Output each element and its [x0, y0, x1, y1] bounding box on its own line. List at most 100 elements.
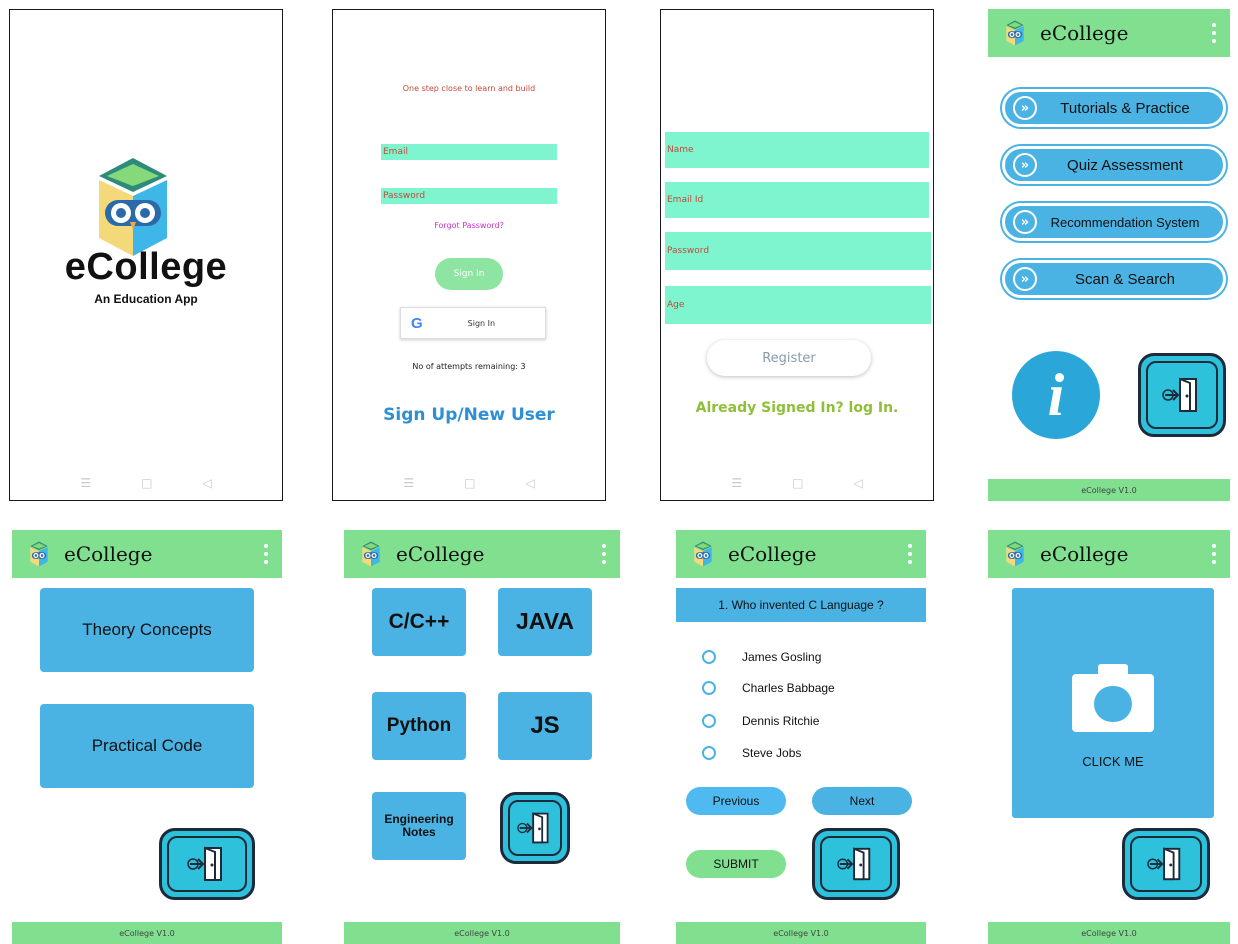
option-label: Steve Jobs: [742, 746, 802, 760]
owl-logo-icon: [97, 156, 169, 258]
overflow-menu-icon[interactable]: [1212, 544, 1216, 564]
exit-door-icon: [517, 810, 553, 846]
option-item[interactable]: Charles Babbage: [702, 681, 835, 695]
double-chevron-icon: »: [1013, 96, 1037, 120]
quiz-assessment-button[interactable]: » Quiz Assessment: [1002, 146, 1226, 184]
password-field[interactable]: Password: [381, 188, 557, 204]
menu-icon[interactable]: ☰: [731, 476, 742, 490]
option-item[interactable]: James Gosling: [702, 650, 821, 664]
menu-label: Recommendation System: [1050, 214, 1200, 230]
password-field[interactable]: Password: [665, 232, 931, 270]
splash-subtitle: An Education App: [94, 292, 198, 306]
exit-button[interactable]: [1122, 828, 1210, 900]
double-chevron-icon: »: [1013, 267, 1037, 291]
exit-button[interactable]: [1138, 353, 1226, 437]
overflow-menu-icon[interactable]: [602, 544, 606, 564]
home-square-icon[interactable]: □: [464, 476, 475, 490]
google-icon: G: [411, 314, 423, 332]
languages-screen: eCollege C/C++ JAVA Python JS Engineerin…: [344, 530, 620, 944]
exit-door-icon: [187, 844, 227, 884]
tutorials-practice-button[interactable]: » Tutorials & Practice: [1002, 89, 1226, 127]
back-triangle-icon[interactable]: ◁: [525, 476, 534, 490]
splash-title: eCollege: [64, 246, 228, 288]
menu-label: Tutorials & Practice: [1060, 99, 1190, 117]
radio-button[interactable]: [702, 650, 716, 664]
owl-logo-icon: [356, 541, 386, 567]
exit-button[interactable]: [812, 828, 900, 900]
radio-button[interactable]: [702, 746, 716, 760]
app-header: eCollege: [988, 9, 1230, 57]
overflow-menu-icon[interactable]: [264, 544, 268, 564]
version-footer: eCollege V1.0: [988, 922, 1230, 944]
click-me-label: CLICK ME: [1082, 754, 1144, 769]
java-button[interactable]: JAVA: [498, 588, 592, 656]
forgot-password-link[interactable]: Forgot Password?: [333, 221, 605, 230]
google-signin-button[interactable]: G Sign In: [400, 307, 546, 339]
js-button[interactable]: JS: [498, 692, 592, 760]
google-signin-label: Sign In: [467, 318, 496, 328]
overflow-menu-icon[interactable]: [1212, 23, 1216, 43]
system-nav-bar: ☰ □ ◁: [10, 476, 282, 490]
exit-button[interactable]: [500, 792, 570, 864]
submit-button[interactable]: SUBMIT: [686, 850, 786, 878]
camera-icon: [1072, 664, 1154, 732]
back-triangle-icon[interactable]: ◁: [202, 476, 211, 490]
menu-icon[interactable]: ☰: [80, 476, 91, 490]
exit-door-icon: [1162, 375, 1202, 415]
radio-button[interactable]: [702, 681, 716, 695]
login-link[interactable]: Already Signed In? log In.: [661, 400, 933, 416]
signin-button[interactable]: Sign In: [435, 258, 503, 290]
info-icon: i: [1047, 361, 1065, 428]
app-header: eCollege: [344, 530, 620, 578]
login-tagline: One step close to learn and build: [402, 84, 536, 93]
app-title: eCollege: [1040, 21, 1129, 45]
exit-door-icon: [837, 845, 875, 883]
double-chevron-icon: »: [1013, 210, 1037, 234]
next-button[interactable]: Next: [812, 787, 912, 815]
system-nav-bar: ☰ □ ◁: [333, 476, 605, 490]
signup-link[interactable]: Sign Up/New User: [333, 405, 605, 425]
practical-code-button[interactable]: Practical Code: [40, 704, 254, 788]
version-footer: eCollege V1.0: [988, 479, 1230, 501]
menu-label: Quiz Assessment: [1067, 156, 1183, 174]
name-placeholder: Name: [667, 145, 694, 155]
recommendation-system-button[interactable]: » Recommendation System: [1002, 203, 1226, 241]
overflow-menu-icon[interactable]: [908, 544, 912, 564]
email-id-field[interactable]: Email Id: [665, 182, 929, 218]
owl-logo-icon: [1000, 541, 1030, 567]
app-header: eCollege: [676, 530, 926, 578]
register-screen: Name Email Id Password Age Register Alre…: [660, 9, 934, 501]
age-field[interactable]: Age: [665, 286, 931, 324]
option-label: Dennis Ritchie: [742, 714, 820, 728]
option-item[interactable]: Steve Jobs: [702, 746, 801, 760]
owl-logo-icon: [1000, 20, 1030, 46]
name-field[interactable]: Name: [665, 132, 929, 168]
version-footer: eCollege V1.0: [12, 922, 282, 944]
back-triangle-icon[interactable]: ◁: [853, 476, 862, 490]
info-button[interactable]: i: [1012, 351, 1100, 439]
engineering-notes-button[interactable]: Engineering Notes: [372, 792, 466, 860]
owl-logo-icon: [24, 541, 54, 567]
home-square-icon[interactable]: □: [141, 476, 152, 490]
password-placeholder: Password: [383, 191, 426, 201]
scan-search-button[interactable]: » Scan & Search: [1002, 260, 1226, 298]
menu-icon[interactable]: ☰: [403, 476, 414, 490]
exit-button[interactable]: [159, 828, 255, 900]
question-text: 1. Who invented C Language ?: [676, 588, 926, 622]
scan-screen: eCollege CLICK ME eCollege V1.0: [988, 530, 1230, 944]
home-square-icon[interactable]: □: [792, 476, 803, 490]
app-title: eCollege: [728, 542, 817, 566]
email-id-placeholder: Email Id: [667, 195, 704, 205]
theory-concepts-button[interactable]: Theory Concepts: [40, 588, 254, 672]
c-cpp-button[interactable]: C/C++: [372, 588, 466, 656]
owl-logo-icon: [688, 541, 718, 567]
email-field[interactable]: Email: [381, 144, 557, 160]
option-item[interactable]: Dennis Ritchie: [702, 714, 819, 728]
radio-button[interactable]: [702, 714, 716, 728]
scan-camera-button[interactable]: CLICK ME: [1012, 588, 1214, 818]
splash-screen: eCollege An Education App ☰ □ ◁: [9, 9, 283, 501]
python-button[interactable]: Python: [372, 692, 466, 760]
previous-button[interactable]: Previous: [686, 787, 786, 815]
register-button[interactable]: Register: [707, 340, 871, 376]
option-label: James Gosling: [742, 650, 822, 664]
